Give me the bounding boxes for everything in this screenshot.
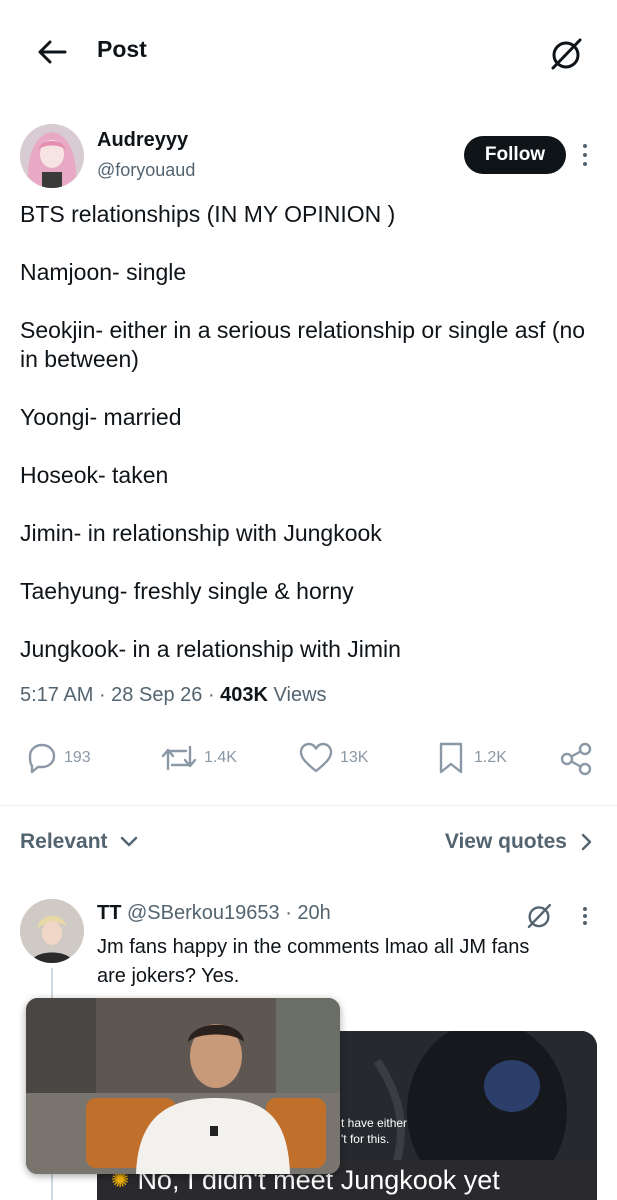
sort-label: Relevant — [20, 830, 108, 853]
more-options-icon[interactable] — [576, 141, 594, 169]
grok-reply-button[interactable] — [523, 900, 555, 932]
view-quotes-link[interactable]: View quotes — [445, 830, 593, 854]
follow-button[interactable]: Follow — [464, 136, 566, 174]
like-button[interactable]: 13K — [298, 741, 368, 775]
views-count: 403K — [220, 684, 268, 706]
chevron-down-icon — [120, 836, 137, 847]
reply-time[interactable]: 20h — [297, 902, 330, 924]
post-line: BTS relationships (IN MY OPINION ) — [20, 201, 396, 227]
post-time[interactable]: 5:17 AM — [20, 684, 93, 706]
reply-avatar-image — [20, 899, 84, 963]
bookmark-count: 1.2K — [474, 749, 507, 766]
post-line: Jungkook- in a relationship with Jimin — [20, 636, 401, 662]
media-subtitle-line: 't for this. — [341, 1132, 390, 1146]
reply-author-name[interactable]: TT — [97, 902, 121, 924]
pip-video-frame — [26, 998, 340, 1174]
post-line: Seokjin- either in a serious relationshi… — [20, 317, 586, 372]
author-avatar[interactable] — [20, 124, 84, 188]
reply-author-handle[interactable]: @SBerkou19653 — [127, 902, 280, 924]
post-line: Hoseok- taken — [20, 462, 169, 488]
page-title: Post — [97, 36, 147, 62]
reply-count: 193 — [64, 749, 91, 766]
view-quotes-label: View quotes — [444, 830, 567, 853]
views-label: Views — [273, 684, 327, 706]
grok-icon — [527, 903, 552, 929]
reply-text-line: are jokers? Yes. — [97, 965, 240, 987]
repost-count: 1.4K — [204, 749, 237, 766]
reply-avatar[interactable] — [20, 899, 84, 963]
post-line: Taehyung- freshly single & horny — [20, 578, 354, 604]
author-name[interactable]: Audreyyy — [97, 129, 188, 152]
reply-text-line: Jm fans happy in the comments lmao all J… — [97, 936, 530, 958]
top-bar: Post — [0, 0, 617, 104]
reply-more-options-icon[interactable] — [578, 905, 592, 927]
reply-icon — [28, 743, 56, 774]
bookmark-icon — [439, 742, 463, 774]
sort-dropdown[interactable]: Relevant — [20, 830, 138, 854]
reply-button[interactable]: 193 — [24, 741, 91, 775]
like-count: 13K — [340, 749, 369, 766]
anime-avatar-image — [20, 124, 84, 188]
post-line: Jimin- in relationship with Jungkook — [20, 520, 382, 546]
repost-button[interactable]: 1.4K — [160, 741, 237, 775]
media-subtitle: t have either 't for this. — [341, 1115, 407, 1147]
post-text: BTS relationships (IN MY OPINION ) Namjo… — [20, 200, 600, 664]
action-bar: 193 1.4K 13K 1.2K — [0, 735, 617, 785]
media-subtitle-line: t have either — [341, 1116, 408, 1130]
back-button[interactable] — [30, 30, 74, 74]
bookmark-button[interactable]: 1.2K — [436, 741, 507, 775]
chevron-right-icon — [581, 833, 592, 851]
post-line: Yoongi- married — [20, 404, 182, 430]
arrow-left-icon — [38, 40, 67, 64]
reply-header: TT @SBerkou19653 · 20h — [97, 902, 331, 924]
heart-icon — [299, 742, 333, 773]
post-meta: 5:17 AM · 28 Sep 26 · 403K Views — [20, 684, 327, 706]
post-date[interactable]: 28 Sep 26 — [111, 684, 202, 706]
author-handle[interactable]: @foryouaud — [97, 160, 195, 181]
post-line: Namjoon- single — [20, 259, 187, 285]
share-button[interactable] — [558, 741, 594, 777]
grok-icon — [551, 38, 582, 70]
grok-button[interactable] — [544, 32, 588, 76]
divider — [0, 805, 617, 806]
share-icon — [560, 742, 592, 776]
repost-icon — [161, 745, 197, 771]
pip-video-player[interactable] — [26, 998, 340, 1174]
